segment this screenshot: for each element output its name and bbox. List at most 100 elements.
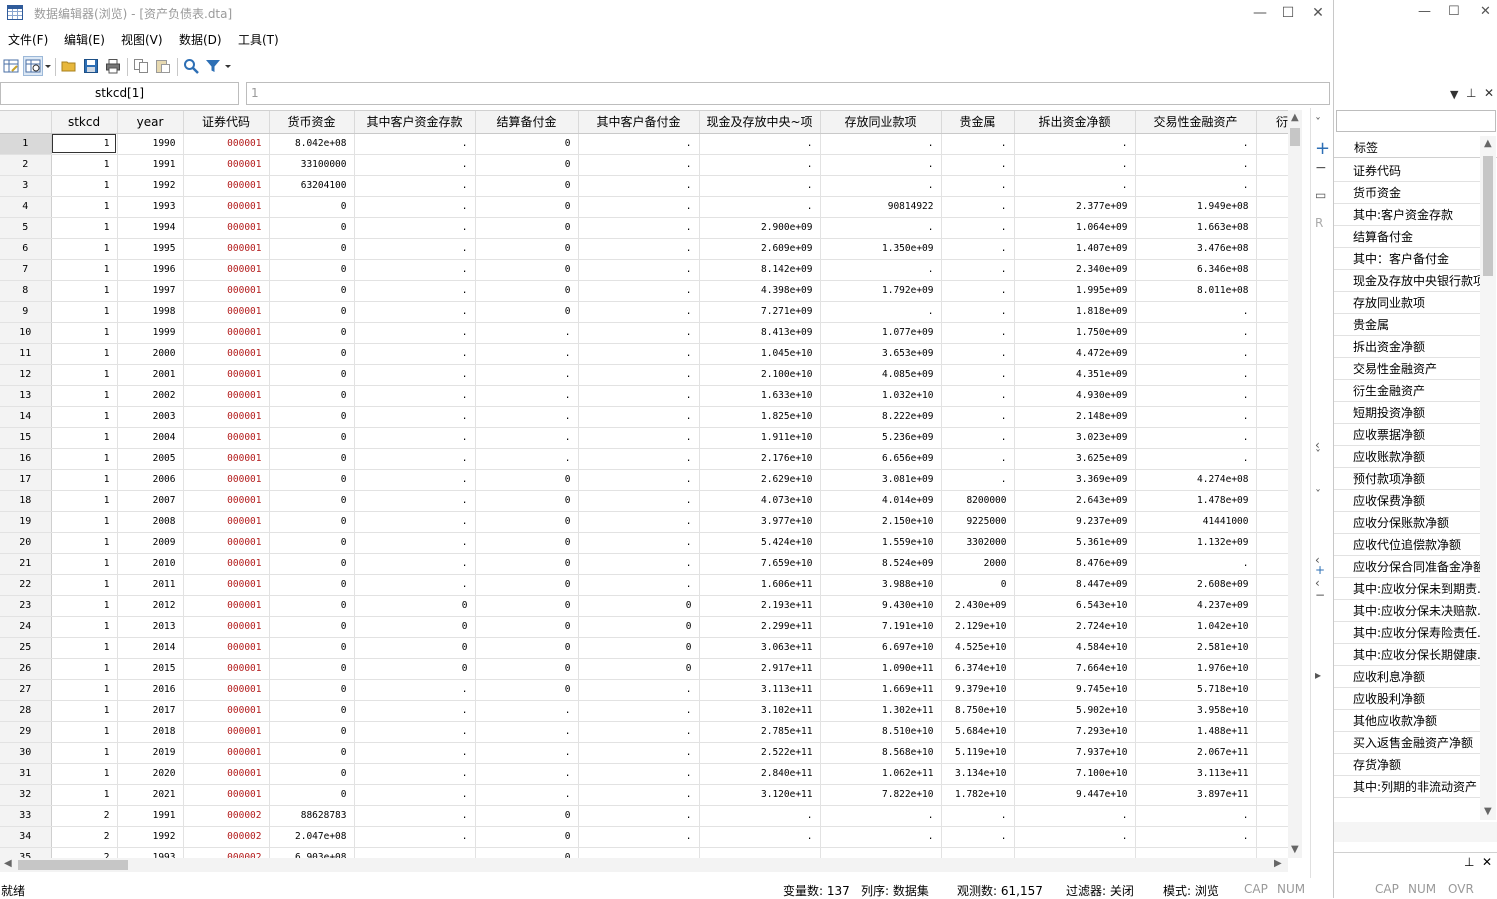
pin-icon-2[interactable]: ⊥: [1464, 855, 1474, 869]
table-cell[interactable]: 1: [51, 658, 118, 680]
row-number[interactable]: 13: [0, 385, 52, 407]
table-cell[interactable]: 2.629e+10: [699, 469, 821, 491]
table-cell[interactable]: 2019: [117, 742, 184, 764]
table-cell[interactable]: 0: [475, 301, 579, 323]
variable-list-item[interactable]: 买入返售金融资产净额: [1334, 732, 1480, 754]
minimize-button[interactable]: —: [1246, 2, 1274, 24]
table-cell[interactable]: [1256, 679, 1288, 701]
grid-horizontal-scrollbar[interactable]: ◀ ▶: [0, 858, 1288, 872]
table-cell[interactable]: .: [578, 280, 700, 302]
row-number[interactable]: 22: [0, 574, 52, 596]
row-number[interactable]: 19: [0, 511, 52, 533]
label-column-header[interactable]: 标签: [1354, 139, 1378, 156]
row-number-header[interactable]: [0, 111, 52, 134]
table-cell[interactable]: 3.897e+11: [1135, 784, 1257, 806]
table-cell[interactable]: 8200000: [941, 490, 1015, 512]
table-cell[interactable]: 000001: [183, 343, 270, 365]
table-cell[interactable]: .: [354, 784, 476, 806]
column-header[interactable]: year: [117, 111, 184, 134]
table-cell[interactable]: 2005: [117, 448, 184, 470]
row-number[interactable]: 16: [0, 448, 52, 470]
table-cell[interactable]: 2007: [117, 490, 184, 512]
table-cell[interactable]: 3302000: [941, 532, 1015, 554]
table-cell[interactable]: 1.042e+10: [1135, 616, 1257, 638]
pin-icon-2[interactable]: ˇ: [1315, 488, 1321, 502]
table-cell[interactable]: .: [475, 406, 579, 428]
row-number[interactable]: 24: [0, 616, 52, 638]
column-header[interactable]: 拆出资金净额: [1014, 111, 1136, 134]
table-cell[interactable]: 9.379e+10: [941, 679, 1015, 701]
table-cell[interactable]: 1.606e+11: [699, 574, 821, 596]
table-cell[interactable]: 1: [51, 469, 118, 491]
table-cell[interactable]: 1: [51, 406, 118, 428]
table-cell[interactable]: 1.045e+10: [699, 343, 821, 365]
table-cell[interactable]: 7.664e+10: [1014, 658, 1136, 680]
table-cell[interactable]: .: [354, 532, 476, 554]
table-cell[interactable]: .: [699, 133, 821, 155]
row-number[interactable]: 2: [0, 154, 52, 176]
table-cell[interactable]: 4.525e+10: [941, 637, 1015, 659]
table-cell[interactable]: 1.633e+10: [699, 385, 821, 407]
table-cell[interactable]: 0: [269, 427, 355, 449]
table-cell[interactable]: .: [354, 280, 476, 302]
row-number[interactable]: 25: [0, 637, 52, 659]
table-cell[interactable]: 0: [475, 280, 579, 302]
table-cell[interactable]: 8.011e+08: [1135, 280, 1257, 302]
table-cell[interactable]: .: [1014, 805, 1136, 827]
table-cell[interactable]: .: [941, 826, 1015, 848]
table-cell[interactable]: 000001: [183, 511, 270, 533]
properties-icon[interactable]: ▭: [1315, 188, 1326, 202]
table-cell[interactable]: 0: [269, 679, 355, 701]
table-cell[interactable]: 5.361e+09: [1014, 532, 1136, 554]
table-cell[interactable]: 1: [51, 763, 118, 785]
table-cell[interactable]: 0: [269, 595, 355, 617]
table-cell[interactable]: .: [475, 427, 579, 449]
table-cell[interactable]: 000001: [183, 238, 270, 260]
table-cell[interactable]: .: [578, 469, 700, 491]
table-cell[interactable]: .: [1135, 826, 1257, 848]
table-cell[interactable]: 2013: [117, 616, 184, 638]
table-cell[interactable]: [1256, 469, 1288, 491]
table-cell[interactable]: .: [1135, 847, 1257, 858]
table-cell[interactable]: 63204100: [269, 175, 355, 197]
scroll-right-arrow-icon[interactable]: ▶: [1274, 858, 1282, 869]
table-cell[interactable]: 1: [51, 238, 118, 260]
variable-list-item[interactable]: 其中:应收分保长期健康.: [1334, 644, 1480, 666]
table-cell[interactable]: 000001: [183, 217, 270, 239]
table-cell[interactable]: 0: [269, 343, 355, 365]
table-cell[interactable]: .: [578, 343, 700, 365]
table-cell[interactable]: 1.062e+11: [820, 763, 942, 785]
table-cell[interactable]: 0: [475, 595, 579, 617]
table-cell[interactable]: 000001: [183, 364, 270, 386]
table-cell[interactable]: 88628783: [269, 805, 355, 827]
table-cell[interactable]: 1.350e+09: [820, 238, 942, 260]
row-number[interactable]: 5: [0, 217, 52, 239]
table-cell[interactable]: .: [699, 847, 821, 858]
table-cell[interactable]: 0: [269, 784, 355, 806]
table-cell[interactable]: [1256, 826, 1288, 848]
table-cell[interactable]: .: [941, 217, 1015, 239]
table-cell[interactable]: 000001: [183, 574, 270, 596]
table-cell[interactable]: 0: [475, 553, 579, 575]
table-cell[interactable]: 1: [51, 217, 118, 239]
table-cell[interactable]: 2003: [117, 406, 184, 428]
table-cell[interactable]: 0: [269, 616, 355, 638]
table-cell[interactable]: [1256, 154, 1288, 176]
table-cell[interactable]: 0: [578, 658, 700, 680]
table-cell[interactable]: 1996: [117, 259, 184, 281]
add-icon-2[interactable]: +: [1315, 563, 1325, 577]
table-cell[interactable]: 33100000: [269, 154, 355, 176]
column-header[interactable]: 结算备付金: [475, 111, 579, 134]
table-cell[interactable]: [1256, 847, 1288, 858]
table-cell[interactable]: 1.911e+10: [699, 427, 821, 449]
table-cell[interactable]: 2: [51, 847, 118, 858]
table-cell[interactable]: [1256, 385, 1288, 407]
row-number[interactable]: 10: [0, 322, 52, 344]
table-cell[interactable]: 3.625e+09: [1014, 448, 1136, 470]
table-cell[interactable]: 2.724e+10: [1014, 616, 1136, 638]
table-cell[interactable]: 2018: [117, 721, 184, 743]
table-cell[interactable]: 9.745e+10: [1014, 679, 1136, 701]
table-cell[interactable]: .: [578, 532, 700, 554]
table-cell[interactable]: 2001: [117, 364, 184, 386]
table-cell[interactable]: 0: [269, 700, 355, 722]
